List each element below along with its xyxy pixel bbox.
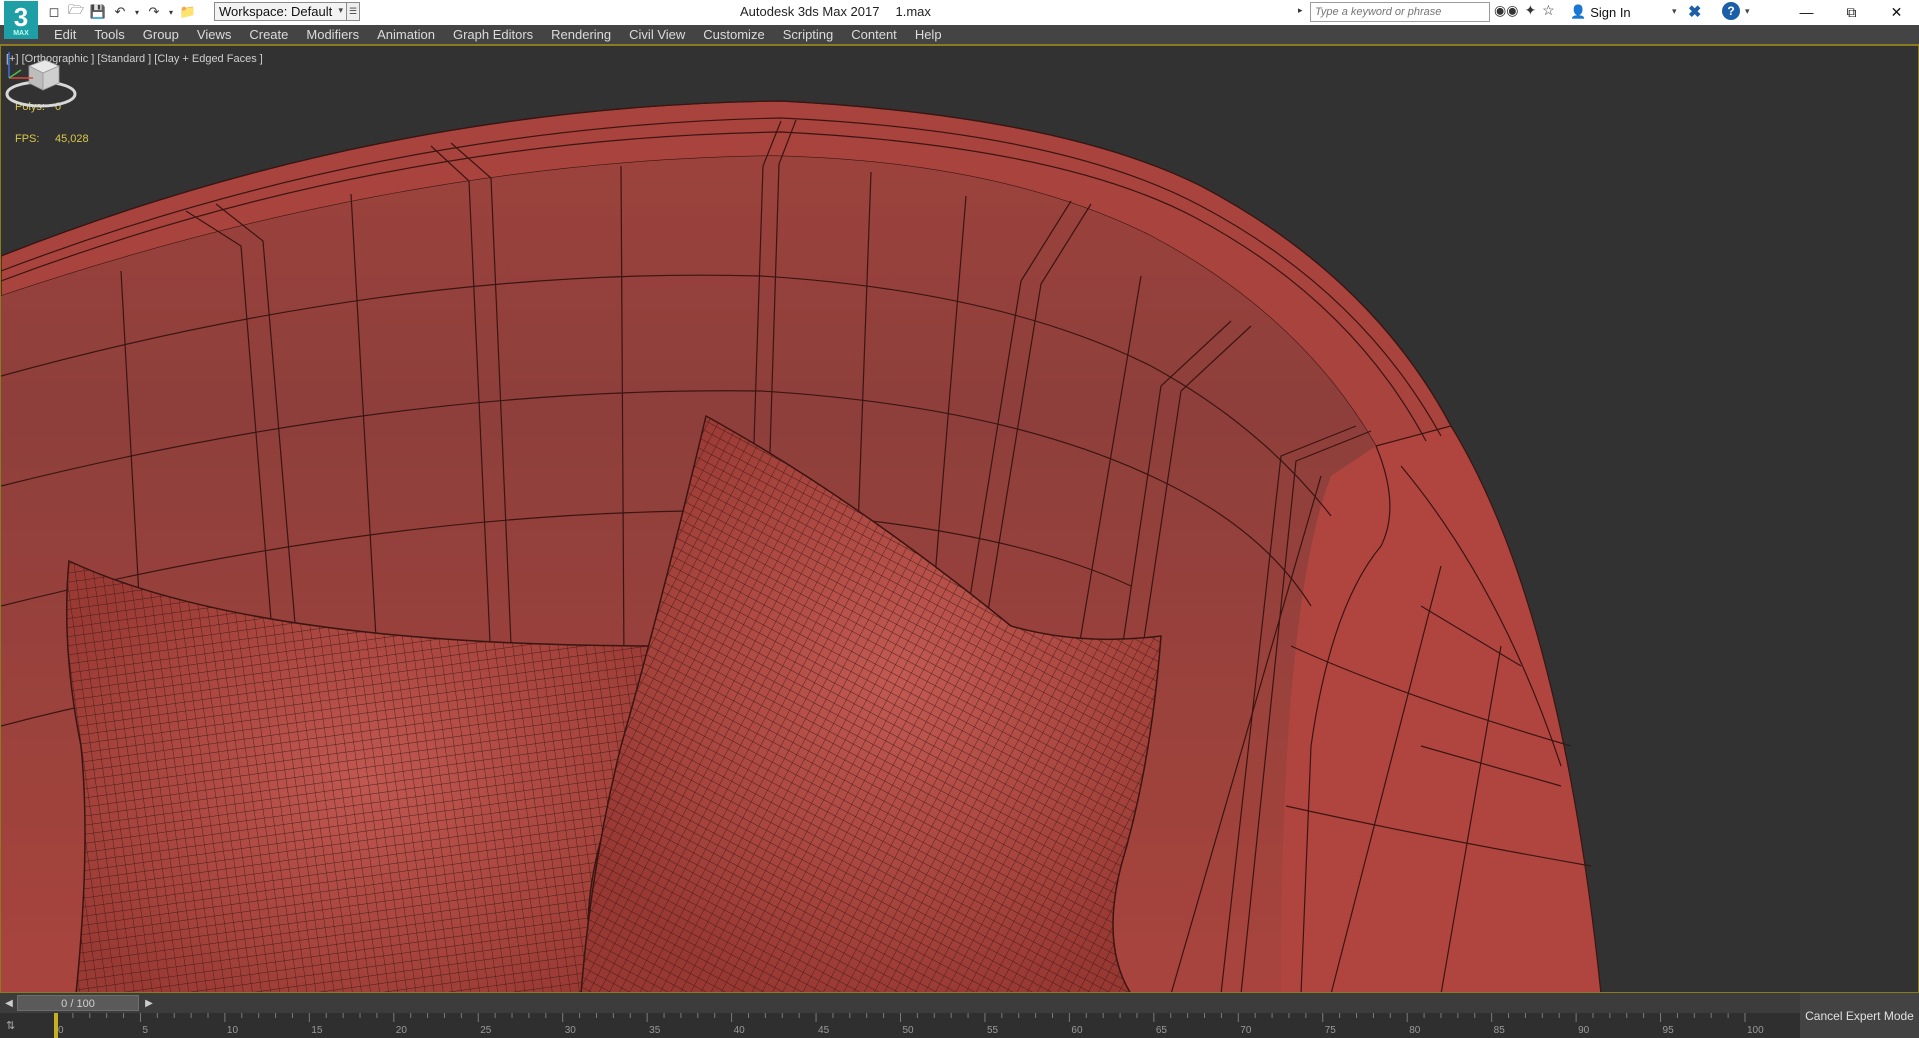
search-input[interactable]: [1310, 2, 1490, 22]
redo-icon[interactable]: ↷: [144, 2, 164, 22]
cancel-expert-mode-button[interactable]: Cancel Expert Mode: [1800, 993, 1919, 1038]
window-title: Autodesk 3ds Max 2017 1.max: [740, 4, 931, 19]
menu-help[interactable]: Help: [906, 25, 951, 45]
tick-label: 90: [1578, 1025, 1590, 1036]
viewport-render: [1, 100, 1602, 992]
autodesk-exchange-icon[interactable]: ✖: [1688, 2, 1701, 22]
track-bar-ruler: 0 5 10 15 20 25 30 35 40 45 50 55 60 65 70 75 80 85 90 95 10…: [54, 1013, 1764, 1038]
tick-label: 5: [142, 1025, 148, 1036]
time-slider-prev-icon[interactable]: ◀: [2, 995, 16, 1011]
sign-in-button[interactable]: 👤 Sign In: [1570, 4, 1631, 20]
tick-label: 95: [1663, 1025, 1675, 1036]
help-icon[interactable]: ?: [1722, 2, 1740, 20]
orthographic-viewport[interactable]: [+] [Orthographic ] [Standard ] [Clay + …: [0, 45, 1919, 993]
project-folder-icon[interactable]: 📁: [178, 2, 198, 22]
undo-dropdown-icon[interactable]: ▾: [132, 2, 142, 22]
search-expand-icon[interactable]: ▸: [1298, 5, 1303, 16]
menu-group[interactable]: Group: [134, 25, 188, 45]
tick-label: 70: [1240, 1025, 1252, 1036]
search-tools: ◉◉ ✦ ☆: [1494, 2, 1555, 19]
app-logo-text: 3: [13, 2, 29, 32]
app-logo-subtext: MAX: [13, 30, 29, 37]
menu-bar: Edit Tools Group Views Create Modifiers …: [0, 25, 1919, 45]
menu-content[interactable]: Content: [842, 25, 906, 45]
tick-label: 55: [987, 1025, 999, 1036]
save-icon[interactable]: 💾: [88, 2, 108, 22]
restore-icon[interactable]: ⧉: [1829, 0, 1874, 24]
menu-rendering[interactable]: Rendering: [542, 25, 620, 45]
menu-modifiers[interactable]: Modifiers: [297, 25, 368, 45]
new-file-icon[interactable]: ◻: [44, 2, 64, 22]
workspace-label: Workspace: Default: [219, 4, 333, 19]
fps-stat: FPS: 45,028: [15, 133, 89, 145]
fps-value: 45,028: [55, 133, 89, 145]
current-frame-marker[interactable]: [54, 1013, 58, 1038]
title-bar: 3 MAX ◻ 🗁 💾 ↶ ▾ ↷ ▾ 📁 Workspace: Default…: [0, 0, 1919, 39]
tick-label: 30: [565, 1025, 577, 1036]
menu-scripting[interactable]: Scripting: [774, 25, 843, 45]
time-slider-thumb[interactable]: 0 / 100: [17, 995, 139, 1011]
sign-in-label: Sign In: [1590, 4, 1631, 20]
binoculars-icon[interactable]: ◉◉: [1494, 2, 1518, 19]
open-file-icon[interactable]: 🗁: [66, 2, 86, 22]
tick-label: 25: [480, 1025, 492, 1036]
quick-access-toolbar: ◻ 🗁 💾 ↶ ▾ ↷ ▾ 📁: [44, 2, 198, 22]
track-bar[interactable]: ⇅ 0 5 10 15 20 25 30 35 40 45 50 55 60 65 70 75 80 85 90 95…: [0, 1013, 1800, 1038]
tick-label: 0: [58, 1025, 64, 1036]
favorites-icon[interactable]: ☆: [1542, 2, 1555, 19]
undo-icon[interactable]: ↶: [110, 2, 130, 22]
menu-animation[interactable]: Animation: [368, 25, 444, 45]
chevron-down-icon[interactable]: ▾: [1672, 6, 1677, 17]
tick-label: 10: [227, 1025, 239, 1036]
workspace-dropdown[interactable]: Workspace: Default ▾: [214, 2, 348, 21]
tick-label: 80: [1409, 1025, 1421, 1036]
time-slider-next-icon[interactable]: ▶: [142, 995, 156, 1011]
fps-label: FPS:: [15, 133, 40, 145]
tick-label: 15: [311, 1025, 323, 1036]
app-logo-button[interactable]: 3 MAX: [4, 1, 38, 39]
tick-label: 40: [734, 1025, 746, 1036]
file-name: 1.max: [895, 4, 931, 19]
tick-label: 45: [818, 1025, 830, 1036]
menu-create[interactable]: Create: [240, 25, 297, 45]
tick-label: 35: [649, 1025, 661, 1036]
chevron-down-icon[interactable]: ▾: [1745, 6, 1750, 17]
star-bookmark-icon[interactable]: ✦: [1524, 2, 1536, 19]
tick-label: 60: [1071, 1025, 1083, 1036]
menu-civil-view[interactable]: Civil View: [620, 25, 694, 45]
app-title: Autodesk 3ds Max 2017: [740, 4, 880, 19]
redo-dropdown-icon[interactable]: ▾: [166, 2, 176, 22]
menu-customize[interactable]: Customize: [694, 25, 773, 45]
menu-views[interactable]: Views: [188, 25, 240, 45]
toolbar-customize-icon[interactable]: ☰: [346, 2, 360, 21]
tick-label: 20: [396, 1025, 408, 1036]
tick-label: 85: [1494, 1025, 1506, 1036]
tick-label: 100: [1747, 1025, 1764, 1036]
tick-label: 75: [1325, 1025, 1337, 1036]
tick-label: 65: [1156, 1025, 1168, 1036]
chevron-down-icon: ▾: [338, 5, 343, 15]
time-slider[interactable]: ◀ 0 / 100 ▶: [0, 993, 1800, 1013]
menu-edit[interactable]: Edit: [45, 25, 85, 45]
menu-graph-editors[interactable]: Graph Editors: [444, 25, 542, 45]
menu-tools[interactable]: Tools: [85, 25, 133, 45]
minimize-icon[interactable]: —: [1784, 0, 1829, 24]
close-icon[interactable]: ✕: [1874, 0, 1919, 24]
tick-label: 50: [903, 1025, 915, 1036]
user-icon: 👤: [1570, 4, 1587, 19]
axis-tripod-icon: [8, 52, 33, 79]
